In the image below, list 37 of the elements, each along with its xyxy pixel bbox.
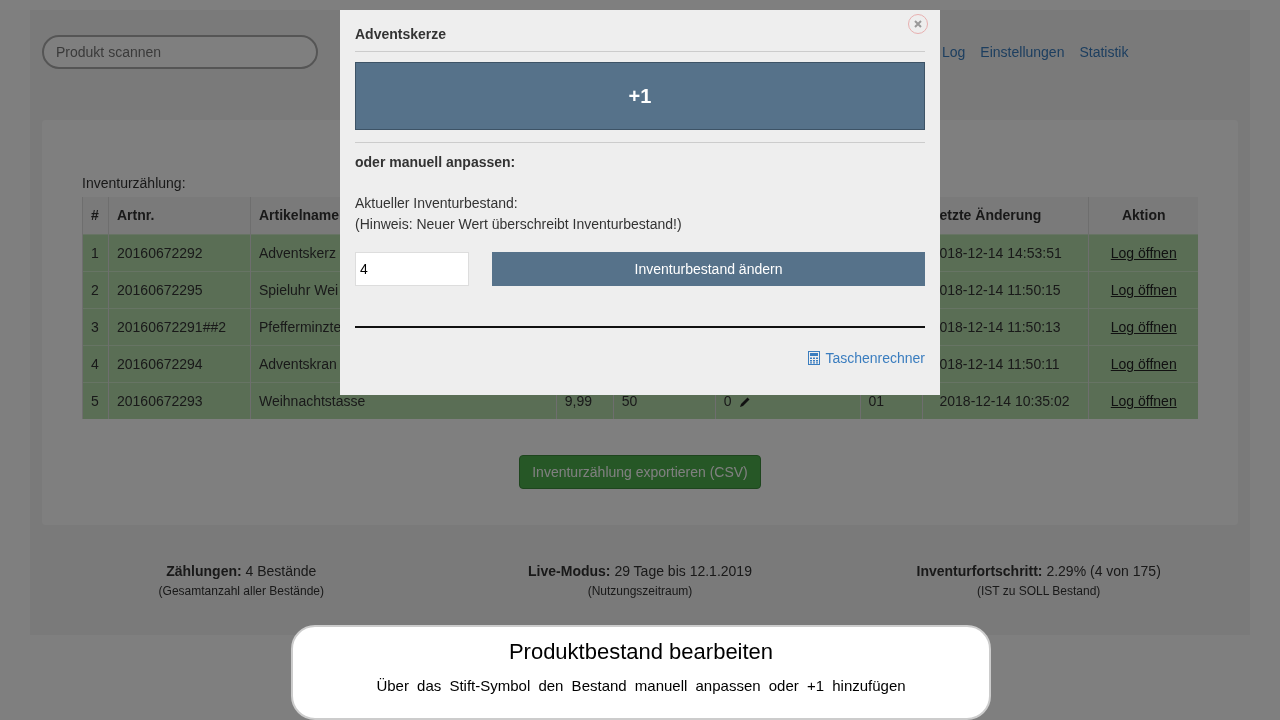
- section-heading: oder manuell anpassen:: [355, 154, 517, 170]
- calculator-icon: [808, 351, 821, 365]
- dialog-title: Adventskerze: [355, 25, 448, 44]
- stat-note: (Nutzungszeitraum): [586, 584, 694, 598]
- stock-input[interactable]: 4: [355, 252, 469, 286]
- column-header: Artnr.: [108, 197, 251, 234]
- export-button[interactable]: Inventurzählung exportieren (CSV): [519, 455, 761, 489]
- hint-text: Aktueller Inventurbestand:: [355, 194, 519, 213]
- column-header: #: [82, 197, 109, 234]
- table-cell: 20160672295: [108, 271, 251, 308]
- table-cell: 2018-12-14 10:35:02: [923, 382, 1089, 419]
- table-cell: 2: [82, 271, 109, 308]
- nav-link[interactable]: Log: [942, 44, 966, 60]
- table-cell: 20160672292: [108, 234, 251, 271]
- caption-title: Produktbestand bearbeiten: [507, 639, 775, 665]
- table-cell: 20160672293: [108, 382, 251, 419]
- table-cell: 3: [82, 308, 109, 345]
- stat-text: Zählungen: 4 Bestände: [165, 563, 318, 579]
- table-cell: 4: [82, 345, 109, 382]
- table-cell: 20160672294: [108, 345, 251, 382]
- nav-link[interactable]: Statistik: [1079, 44, 1129, 60]
- stat-text: Live-Modus: 29 Tage bis 12.1.2019: [527, 563, 753, 579]
- table-cell: 5: [82, 382, 109, 419]
- stat-note: (IST zu SOLL Bestand): [975, 584, 1102, 598]
- nav-link[interactable]: Einstellungen: [980, 44, 1065, 60]
- stat-note: (Gesamtanzahl aller Bestände): [157, 584, 326, 598]
- apply-button[interactable]: Inventurbestand ändern: [492, 252, 925, 286]
- increment-button[interactable]: +1: [355, 62, 925, 130]
- search-field[interactable]: Produkt scannen: [42, 35, 318, 69]
- table-cell: 0: [723, 392, 732, 409]
- column-header: Aktion: [1088, 197, 1198, 234]
- table-caption: Inventurzählung:: [82, 175, 187, 191]
- stat-text: Inventurfortschritt: 2.29% (4 von 175): [915, 563, 1162, 579]
- table-cell: 20160672291##2: [108, 308, 251, 345]
- table-cell: 1: [82, 234, 109, 271]
- caption-text: Über das Stift-Symbol den Bestand manuell anpassen oder +1 hinzufügen: [375, 677, 907, 694]
- calculator-link[interactable]: Taschenrechner: [808, 350, 925, 366]
